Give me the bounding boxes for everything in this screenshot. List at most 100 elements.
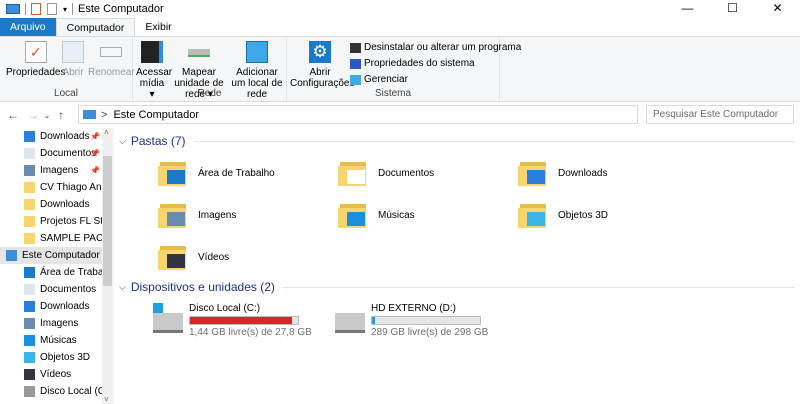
sidebar-item[interactable]: CV Thiago Andri bbox=[0, 179, 113, 196]
divider bbox=[282, 286, 795, 288]
ribbon-tabs: Arquivo Computador Exibir bbox=[0, 18, 800, 36]
sidebar-item[interactable]: Músicas bbox=[0, 332, 113, 349]
drive-icon bbox=[335, 313, 365, 333]
folders-section-header[interactable]: ⌵ Pastas (7) bbox=[119, 134, 795, 148]
scroll-down-icon[interactable]: ˅ bbox=[104, 395, 109, 404]
folder-label: Downloads bbox=[558, 167, 608, 179]
sidebar-item-label: Downloads bbox=[40, 199, 90, 210]
folder-icon bbox=[338, 158, 368, 188]
gear-icon: ⚙ bbox=[309, 41, 331, 63]
tab-exibir[interactable]: Exibir bbox=[135, 18, 181, 36]
folder-musicas[interactable]: Músicas bbox=[338, 200, 415, 230]
tab-arquivo[interactable]: Arquivo bbox=[0, 18, 56, 36]
drive-item[interactable]: HD EXTERNO (D:) 289 GB livre(s) de 298 GB bbox=[335, 303, 488, 338]
sidebar-item[interactable]: Vídeos bbox=[0, 366, 113, 383]
sidebar-item[interactable]: Downloads bbox=[0, 196, 113, 213]
folder-icon bbox=[24, 182, 35, 193]
system-properties-icon bbox=[350, 58, 361, 69]
sidebar-item-label: Músicas bbox=[40, 335, 77, 346]
content-pane: ⌵ Pastas (7) Área de Trabalho Documentos Do… bbox=[113, 128, 800, 404]
sidebar-item[interactable]: Disco Local (C:) bbox=[0, 383, 113, 400]
uninstall-icon bbox=[350, 42, 361, 53]
chevron-down-icon: ⌵ bbox=[119, 135, 126, 146]
cube-icon bbox=[24, 352, 35, 363]
pin-icon[interactable]: 📌 bbox=[90, 149, 100, 158]
sidebar-item[interactable]: Área de Trabalho bbox=[0, 264, 113, 281]
tab-computador[interactable]: Computador bbox=[55, 18, 136, 36]
scrollbar-thumb[interactable] bbox=[103, 156, 112, 286]
document-icon bbox=[24, 284, 35, 295]
address-input[interactable]: > Este Computador bbox=[78, 105, 638, 124]
properties-button[interactable]: ✓ Propriedades bbox=[6, 41, 65, 78]
sidebar-item[interactable]: Documentos bbox=[0, 281, 113, 298]
sidebar-item-label: Imagens bbox=[40, 165, 79, 176]
up-button[interactable]: ↑ bbox=[54, 108, 68, 122]
minimize-button[interactable]: — bbox=[665, 0, 710, 18]
drive-usage-bar bbox=[189, 316, 299, 325]
folder-downloads[interactable]: Downloads bbox=[518, 158, 607, 188]
folder-icon bbox=[158, 200, 188, 230]
system-properties-label: Propriedades do sistema bbox=[364, 58, 475, 69]
uninstall-program-link[interactable]: Desinstalar ou alterar um programa bbox=[350, 42, 521, 53]
devices-section-header[interactable]: ⌵ Dispositivos e unidades (2) bbox=[119, 280, 795, 294]
sidebar-item-label: Vídeos bbox=[40, 369, 72, 380]
devices-header-label: Dispositivos e unidades (2) bbox=[130, 280, 275, 294]
drive-name: Disco Local (C:) bbox=[189, 303, 261, 314]
sidebar-item[interactable]: Projetos FL Stud bbox=[0, 213, 113, 230]
folder-imagens[interactable]: Imagens bbox=[158, 200, 236, 230]
back-button[interactable]: ← bbox=[6, 108, 20, 122]
sidebar-item-label: Disco Local (C:) bbox=[40, 386, 112, 397]
image-icon bbox=[24, 165, 35, 176]
rename-icon bbox=[100, 47, 123, 57]
video-icon bbox=[24, 369, 35, 380]
recent-locations-button[interactable]: ⌄ bbox=[40, 111, 54, 120]
sidebar-item-label: Downloads bbox=[40, 301, 90, 312]
properties-label: Propriedades bbox=[6, 67, 66, 78]
sidebar-item[interactable]: Documentos 📌 bbox=[0, 145, 113, 162]
drive-item[interactable]: Disco Local (C:) 1,44 GB livre(s) de 27,8… bbox=[153, 303, 312, 338]
pin-icon[interactable]: 📌 bbox=[90, 132, 100, 141]
open-button[interactable]: Abrir bbox=[62, 41, 84, 78]
folder-icon bbox=[158, 242, 188, 272]
drive-usage-bar bbox=[371, 316, 481, 325]
sidebar-item-label: Imagens bbox=[40, 318, 79, 329]
navigation-pane: Downloads 📌 Documentos 📌 Imagens 📌 CV Thiago A… bbox=[0, 128, 113, 404]
properties-icon: ✓ bbox=[24, 41, 47, 63]
folder-videos[interactable]: Vídeos bbox=[158, 242, 229, 272]
breadcrumb-este-computador[interactable]: Este Computador bbox=[113, 109, 199, 121]
drive-free-space: 289 GB livre(s) de 298 GB bbox=[371, 327, 489, 338]
new-folder-quick-icon[interactable] bbox=[47, 3, 57, 15]
forward-button[interactable]: → bbox=[26, 108, 40, 122]
folder-documentos[interactable]: Documentos bbox=[338, 158, 434, 188]
pin-icon[interactable]: 📌 bbox=[90, 166, 100, 175]
chevron-down-icon: ⌵ bbox=[119, 281, 126, 292]
folder-label: Documentos bbox=[378, 167, 435, 179]
sidebar-item[interactable]: Imagens 📌 bbox=[0, 162, 113, 179]
group-label: Sistema bbox=[374, 88, 412, 99]
media-icon bbox=[141, 41, 163, 63]
scroll-up-icon[interactable]: ˄ bbox=[104, 128, 109, 137]
sidebar-item[interactable]: SAMPLE PACKS . bbox=[0, 230, 113, 247]
rename-button[interactable]: Renomear bbox=[88, 41, 135, 78]
sidebar-item[interactable]: Downloads 📌 bbox=[0, 128, 113, 145]
sidebar-item[interactable]: Downloads bbox=[0, 298, 113, 315]
maximize-button[interactable]: ☐ bbox=[710, 0, 755, 18]
search-input[interactable]: Pesquisar Este Computador bbox=[646, 105, 794, 124]
folder-objetos-3d[interactable]: Objetos 3D bbox=[518, 200, 608, 230]
sidebar-item[interactable]: Imagens bbox=[0, 315, 113, 332]
manage-link[interactable]: Gerenciar bbox=[350, 74, 408, 85]
open-settings-button[interactable]: ⚙ Abrir Configurações bbox=[290, 41, 354, 89]
sidebar-scrollbar[interactable]: ˄ ˅ bbox=[102, 128, 113, 404]
folder-area-de-trabalho[interactable]: Área de Trabalho bbox=[158, 158, 275, 188]
sidebar-item[interactable]: Este Computador bbox=[0, 247, 113, 264]
sidebar-item[interactable]: Objetos 3D bbox=[0, 349, 113, 366]
divider bbox=[72, 3, 74, 15]
breadcrumb-separator[interactable]: > bbox=[101, 109, 107, 121]
group-rede: Acessar mídia ▾ Mapear unidade de rede ▾… bbox=[133, 37, 287, 101]
system-properties-link[interactable]: Propriedades do sistema bbox=[350, 58, 475, 69]
sidebar-item-label: Documentos bbox=[40, 284, 97, 295]
folder-label: Músicas bbox=[378, 209, 415, 221]
close-button[interactable]: ✕ bbox=[755, 0, 800, 18]
customize-quick-access-icon[interactable]: ▾ bbox=[63, 5, 67, 14]
properties-quick-icon[interactable] bbox=[31, 3, 41, 15]
